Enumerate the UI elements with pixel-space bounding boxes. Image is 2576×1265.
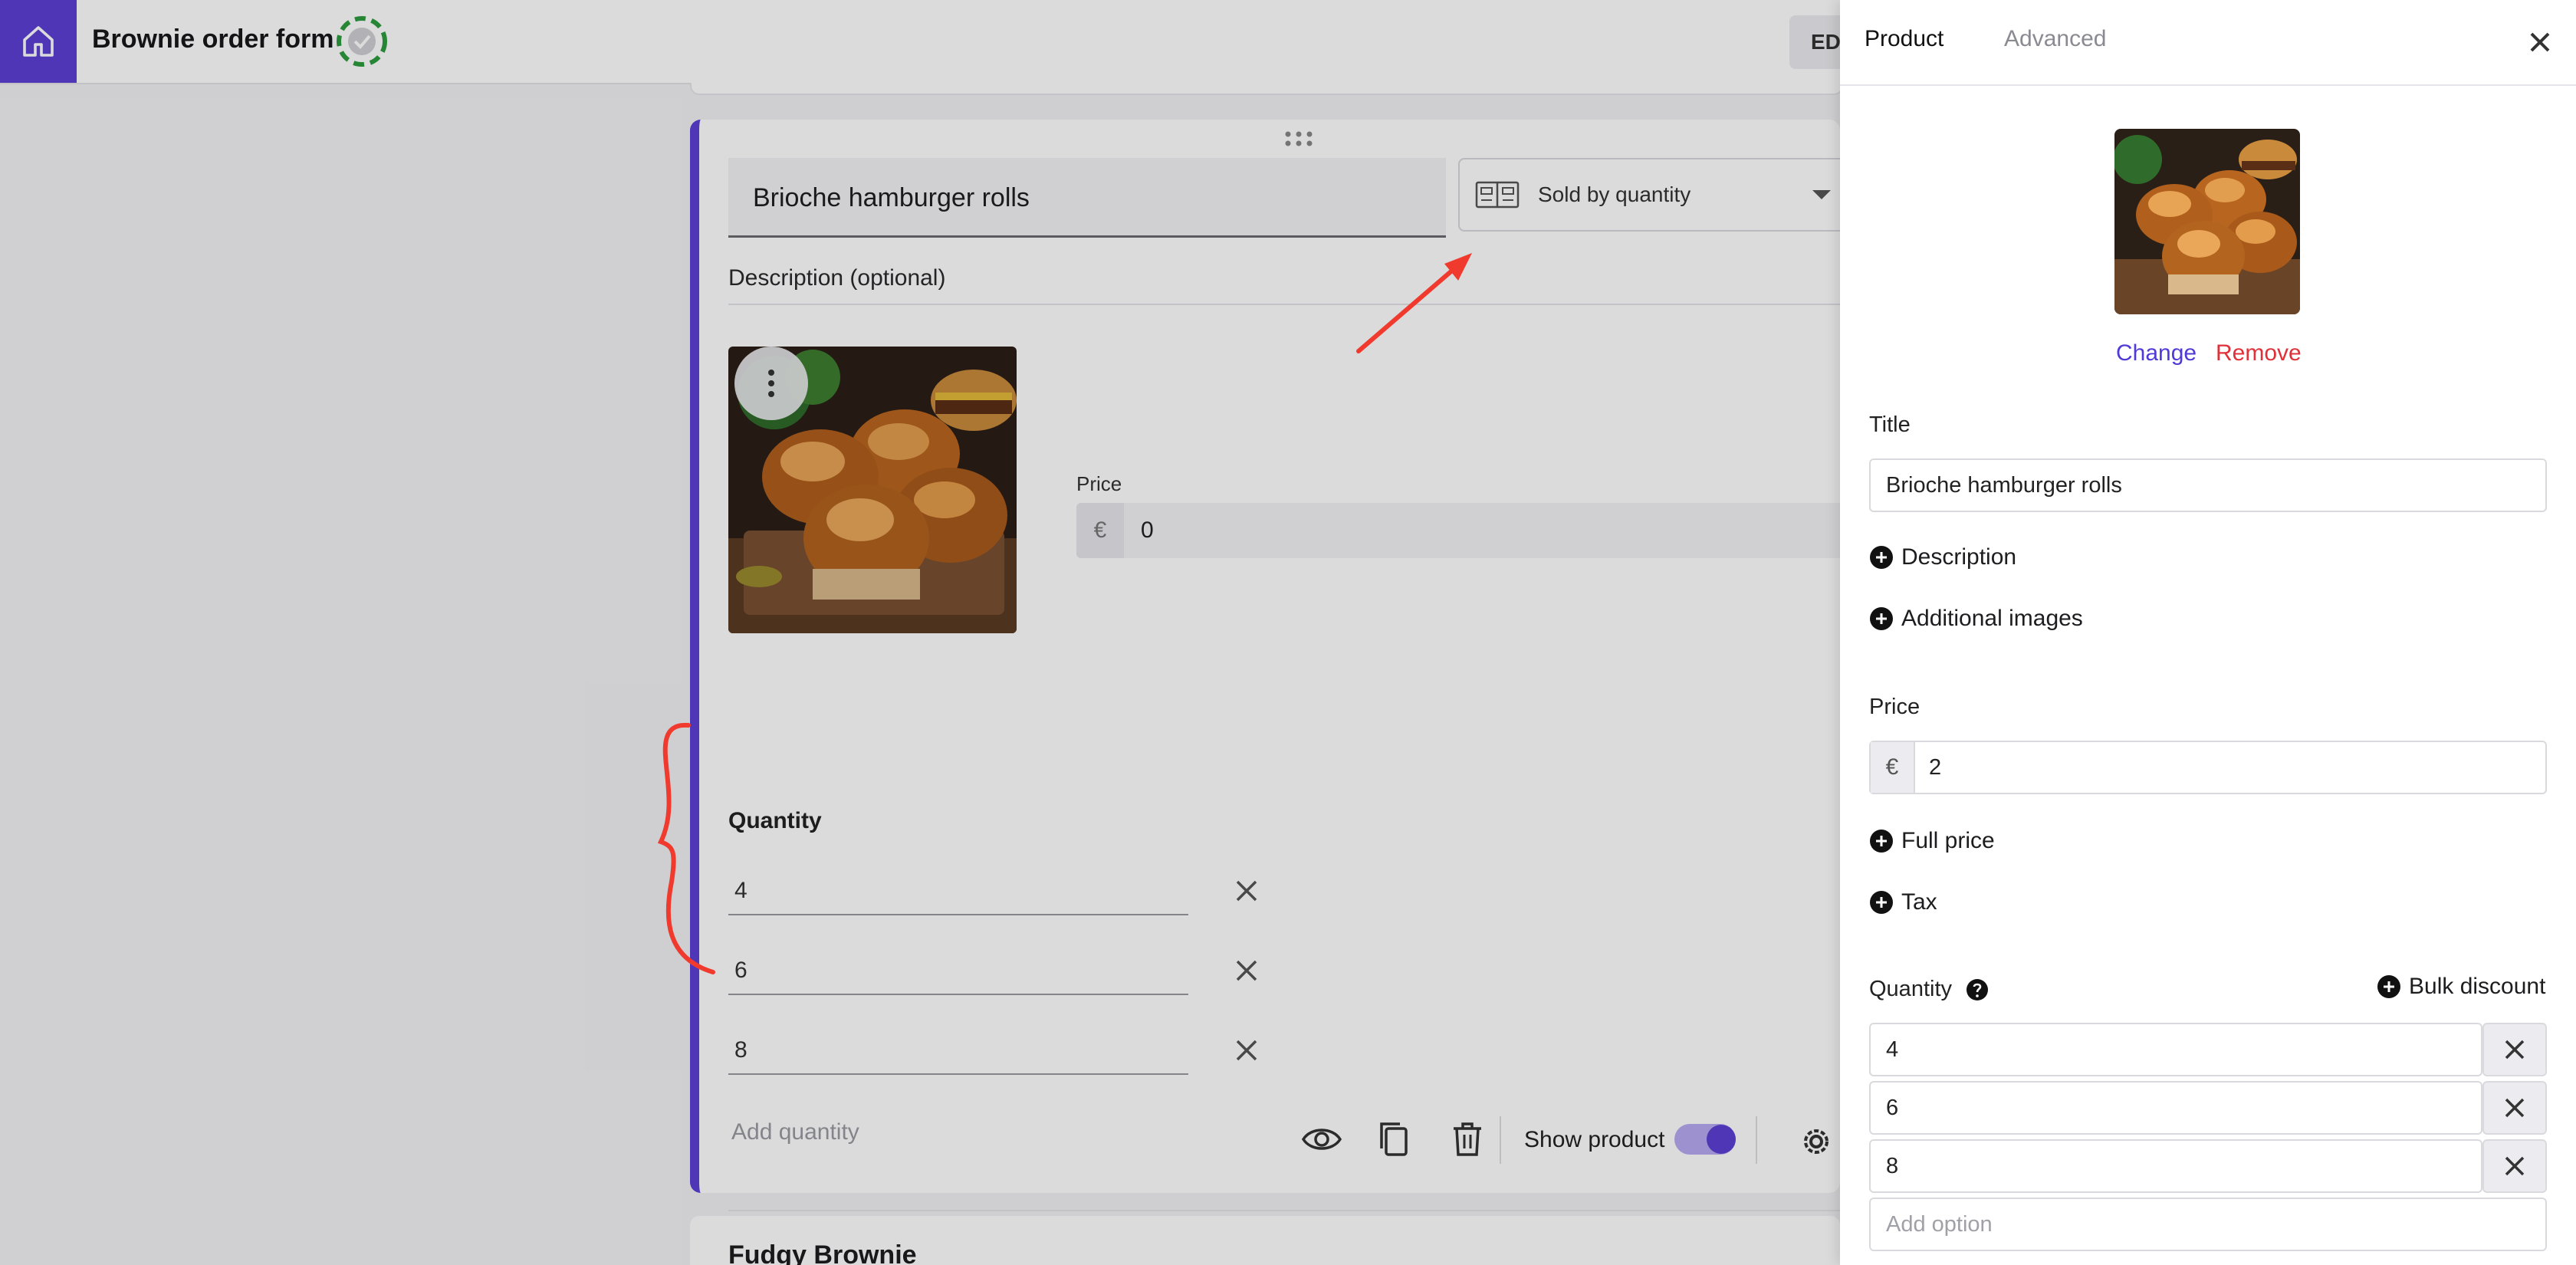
plus-circle-icon bbox=[2377, 975, 2400, 998]
add-description-button[interactable]: Description bbox=[1869, 544, 2016, 570]
quantity-label-text: Quantity bbox=[1869, 977, 1952, 1001]
close-icon bbox=[2505, 1156, 2525, 1176]
add-tax-button[interactable]: Tax bbox=[1869, 889, 1937, 915]
quantity-option-input[interactable]: 6 bbox=[1869, 1081, 2482, 1135]
price-value: 2 bbox=[1929, 755, 1942, 780]
help-icon[interactable] bbox=[1966, 978, 1989, 1001]
quantity-option-input[interactable]: 8 bbox=[1869, 1139, 2482, 1193]
add-images-label: Additional images bbox=[1901, 606, 2083, 631]
close-icon bbox=[2505, 1098, 2525, 1118]
product-settings-panel: Product Advanced Change Remove Title Bri… bbox=[1840, 0, 2576, 1265]
add-images-button[interactable]: Additional images bbox=[1869, 606, 2083, 632]
delete-option-button[interactable] bbox=[2482, 1139, 2547, 1193]
add-full-price-label: Full price bbox=[1901, 828, 1995, 853]
tab-product[interactable]: Product bbox=[1865, 26, 1944, 52]
currency-symbol: € bbox=[1871, 742, 1915, 793]
panel-product-image bbox=[2114, 129, 2300, 314]
plus-circle-icon bbox=[1870, 891, 1893, 914]
modal-backdrop[interactable] bbox=[0, 0, 1840, 1265]
close-icon[interactable] bbox=[2527, 29, 2553, 55]
tab-advanced[interactable]: Advanced bbox=[2004, 26, 2106, 52]
title-label: Title bbox=[1869, 412, 1911, 437]
add-full-price-button[interactable]: Full price bbox=[1869, 828, 1995, 854]
delete-option-button[interactable] bbox=[2482, 1081, 2547, 1135]
remove-image-link[interactable]: Remove bbox=[2216, 340, 2302, 366]
price-input[interactable]: € 2 bbox=[1869, 741, 2547, 794]
panel-tabs: Product Advanced bbox=[1840, 0, 2576, 86]
add-description-label: Description bbox=[1901, 544, 2017, 570]
plus-circle-icon bbox=[1870, 607, 1893, 630]
plus-circle-icon bbox=[1870, 546, 1893, 569]
plus-circle-icon bbox=[1870, 830, 1893, 853]
delete-option-button[interactable] bbox=[2482, 1023, 2547, 1076]
quantity-label: Quantity bbox=[1869, 977, 1989, 1002]
price-label: Price bbox=[1869, 695, 1921, 719]
add-option-input[interactable]: Add option bbox=[1869, 1198, 2547, 1251]
bulk-discount-label: Bulk discount bbox=[2409, 974, 2546, 999]
bulk-discount-button[interactable]: Bulk discount bbox=[2377, 974, 2545, 1000]
change-image-link[interactable]: Change bbox=[2116, 340, 2196, 366]
close-icon bbox=[2505, 1040, 2525, 1060]
title-input[interactable]: Brioche hamburger rolls bbox=[1869, 458, 2547, 512]
quantity-option-input[interactable]: 4 bbox=[1869, 1023, 2482, 1076]
add-tax-label: Tax bbox=[1901, 889, 1937, 915]
